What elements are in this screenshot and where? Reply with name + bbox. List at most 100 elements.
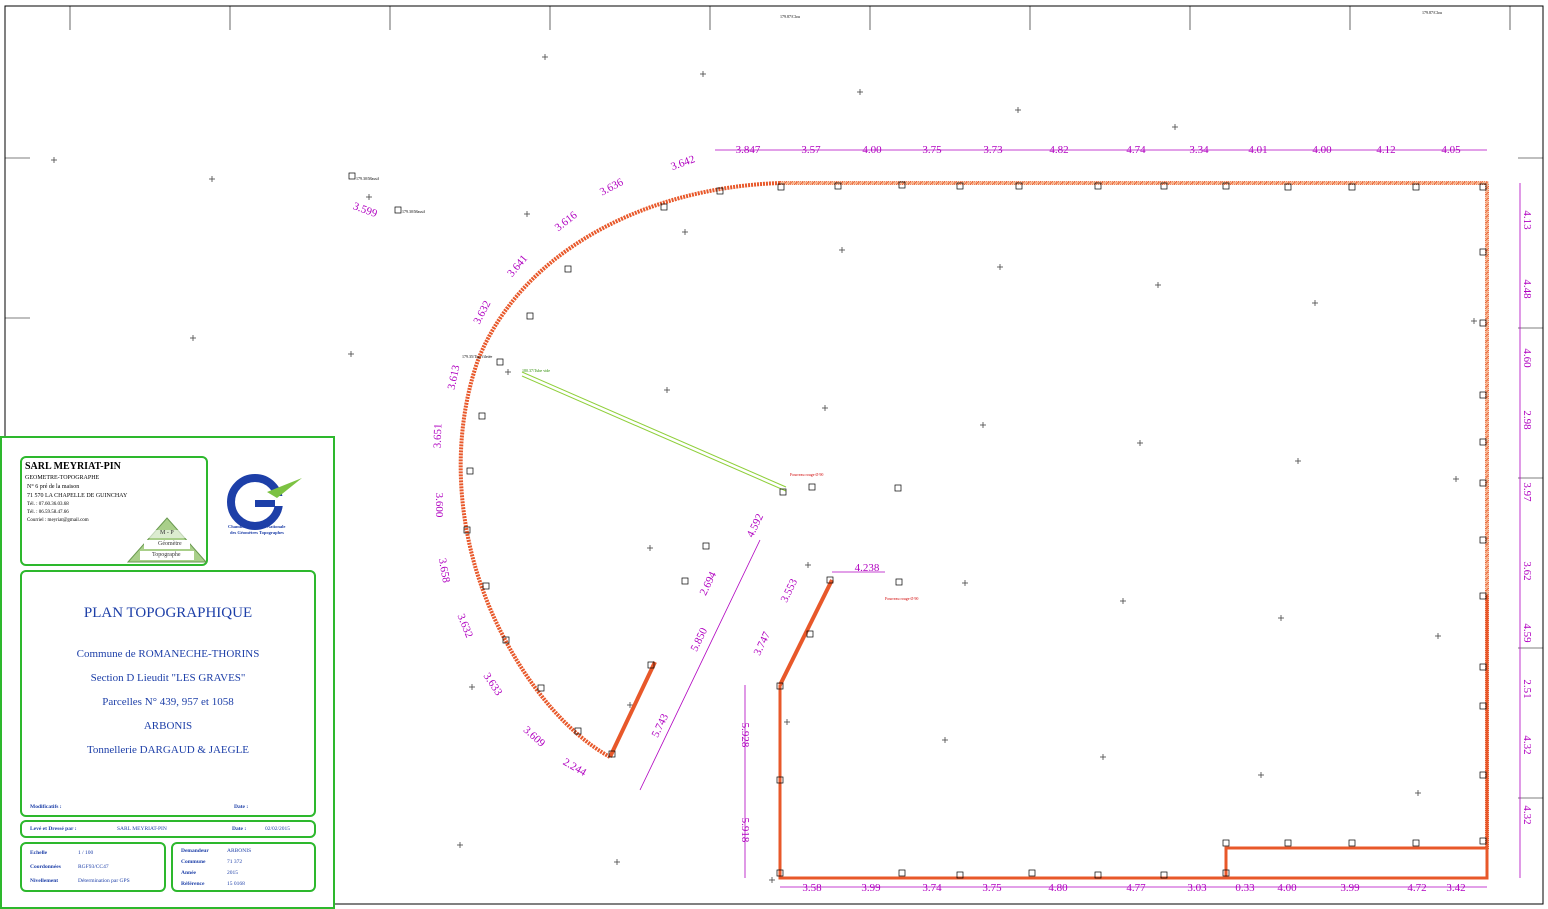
company-tel2: Tél. : 06.59.58.47.66 xyxy=(27,510,69,515)
dimension-label: 3.58 xyxy=(802,882,822,894)
dimension-label: 4.48 xyxy=(1521,279,1533,299)
echelle-label: Echelle xyxy=(30,850,48,856)
company-tel1: Tél. : 07.60.36.03.68 xyxy=(27,502,69,507)
grid-cross xyxy=(839,247,845,253)
dimension-label: 4.74 xyxy=(1126,144,1146,156)
survey-point-marker xyxy=(564,265,572,273)
echelle-value: 1 / 100 xyxy=(78,850,94,856)
grid-cross xyxy=(700,71,706,77)
grid-cross xyxy=(1137,440,1143,446)
point-label: 179.87/Clou xyxy=(1422,10,1442,15)
dimension-label: 3.62 xyxy=(1521,561,1533,580)
logo-caption-1: Chambre Syndicale Nationale xyxy=(228,524,286,529)
grid-cross xyxy=(1155,282,1161,288)
dimension-label: 4.60 xyxy=(1521,348,1533,368)
company-name: SARL MEYRIAT-PIN xyxy=(25,461,121,472)
dimension-label: 3.747 xyxy=(751,629,773,657)
modifs-date-label: Date : xyxy=(234,804,249,810)
reference-value: 15 0168 xyxy=(227,881,245,887)
dimension-label: 4.00 xyxy=(1277,882,1297,894)
dimension-label: 3.73 xyxy=(983,144,1003,156)
survey-points xyxy=(348,172,1487,879)
plan-title: PLAN TOPOGRAPHIQUE xyxy=(83,605,253,621)
dimension-label: 3.99 xyxy=(1340,882,1360,894)
survey-point-marker xyxy=(466,467,474,475)
dimension-label: 3.97 xyxy=(1521,482,1533,502)
dimension-label: 0.33 xyxy=(1235,882,1255,894)
survey-date-label: Date : xyxy=(232,826,247,832)
survey-box: Levé et Dressé par : SARL MEYRIAT-PIN Da… xyxy=(20,820,316,838)
dimension-label: 4.592 xyxy=(744,512,766,540)
client-box: Demandeur ARBONIS Commune 71 372 Année 2… xyxy=(171,842,316,892)
grid-cross xyxy=(542,54,548,60)
badge-bottom: Topographe xyxy=(152,552,181,558)
survey-label: Levé et Dressé par : xyxy=(30,826,77,832)
grid-cross xyxy=(1471,318,1477,324)
dimension-label: 4.13 xyxy=(1521,210,1533,230)
modifs-label: Modificatifs : xyxy=(30,804,62,810)
dimension-label: 3.57 xyxy=(801,144,821,156)
grid-cross xyxy=(51,157,57,163)
survey-point-marker xyxy=(898,869,906,877)
point-label: 179.87/Clou xyxy=(780,14,800,19)
reference-label: Référence xyxy=(181,881,205,887)
plan-parcelles: Parcelles N° 439, 957 et 1058 xyxy=(102,696,234,708)
company-address1: N° 6 pré de la maison xyxy=(27,484,80,490)
dimension-label: 3.641 xyxy=(505,253,530,280)
dimension-label: 5.850 xyxy=(688,625,710,653)
survey-point-marker xyxy=(895,578,903,586)
survey-point-marker xyxy=(1222,839,1230,847)
company-email: Courriel : meyriat@gmail.com xyxy=(27,518,89,523)
grid-cross xyxy=(469,684,475,690)
dimension-label: 4.01 xyxy=(1248,144,1267,156)
grid-cross xyxy=(190,335,196,341)
dimension-label: 4.32 xyxy=(1521,805,1533,824)
demandeur-value: ARBONIS xyxy=(227,848,252,854)
survey-point-marker xyxy=(526,312,534,320)
dimension-label: 3.613 xyxy=(446,364,463,391)
survey-date-value: 02/02/2015 xyxy=(265,826,291,832)
plan-section: Section D Lieudit "LES GRAVES" xyxy=(90,672,246,684)
point-label: 179.35/Tige filetée xyxy=(462,354,493,359)
point-label: Fourreau rouge Ø 90 xyxy=(790,472,823,477)
commune-value: 71 372 xyxy=(227,859,243,865)
badge-top: M - P xyxy=(160,530,174,536)
survey-point-marker xyxy=(894,484,902,492)
survey-point-marker xyxy=(808,483,816,491)
grid-cross xyxy=(1295,458,1301,464)
pipe-line xyxy=(521,371,787,492)
grid-cross xyxy=(942,737,948,743)
grid-cross xyxy=(682,229,688,235)
grid-cross xyxy=(962,580,968,586)
survey-point-marker xyxy=(681,577,689,585)
grid-cross xyxy=(209,176,215,182)
point-label: Fourreau rouge Ø 90 xyxy=(885,596,918,601)
logo-caption-2: des Géomètres Topographes xyxy=(230,530,284,535)
survey-point-marker xyxy=(1348,839,1356,847)
dimension-label: 3.616 xyxy=(553,209,580,234)
grid-cross xyxy=(769,877,775,883)
grid-cross xyxy=(1453,476,1459,482)
dimension-label: 5.928 xyxy=(739,723,751,748)
commune-label: Commune xyxy=(181,859,206,865)
point-label: 180.37/Tube vide xyxy=(522,368,550,373)
plan-client: ARBONIS xyxy=(143,720,193,732)
plan-project: Tonnellerie DARGAUD & JAEGLE xyxy=(86,744,250,756)
dimension-label: 3.03 xyxy=(1187,882,1207,894)
dimension-label: 3.633 xyxy=(481,671,505,699)
dimension-label: 3.34 xyxy=(1189,144,1209,156)
dimension-label: 3.75 xyxy=(982,882,1002,894)
grid-cross xyxy=(980,422,986,428)
annee-label: Année xyxy=(181,870,196,876)
title-box: PLAN TOPOGRAPHIQUE Commune de ROMANECHE-… xyxy=(20,570,316,817)
dimension-label: 4.05 xyxy=(1441,144,1461,156)
dimension-label: 5.918 xyxy=(739,818,751,843)
coord-value: RGF93/CC47 xyxy=(78,864,109,870)
dimension-label: 3.847 xyxy=(736,144,761,156)
grid-cross xyxy=(857,89,863,95)
survey-point-marker xyxy=(702,542,710,550)
grid-cross xyxy=(524,211,530,217)
grid-cross xyxy=(1435,633,1441,639)
grid-cross xyxy=(1415,790,1421,796)
dimension-label: 4.77 xyxy=(1126,882,1146,894)
